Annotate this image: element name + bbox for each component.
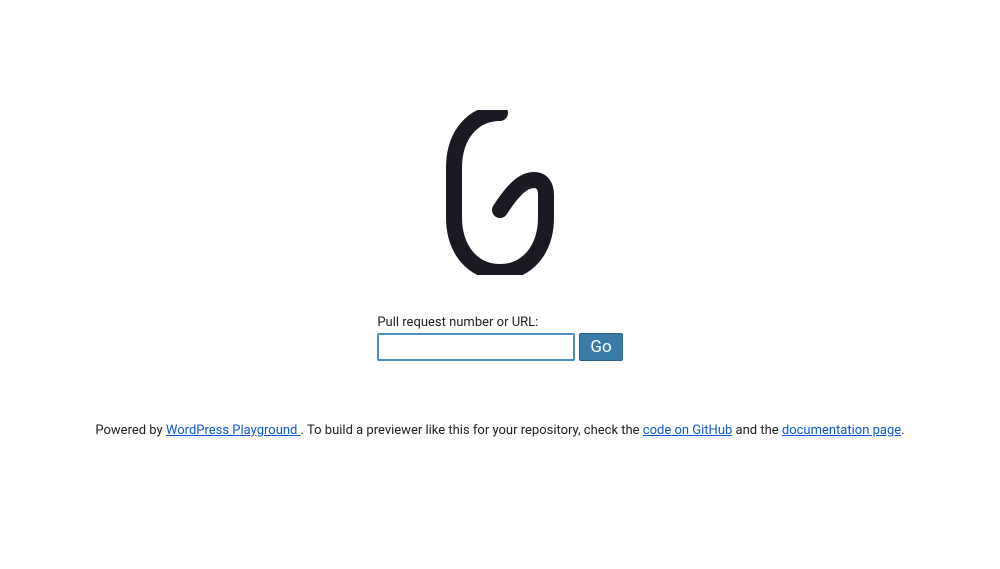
footer-mid1: . To build a previewer like this for you… xyxy=(301,423,643,438)
gutenberg-logo xyxy=(445,110,555,275)
footer-prefix: Powered by xyxy=(95,423,166,438)
pr-input-label: Pull request number or URL: xyxy=(377,315,538,330)
footer-suffix: . xyxy=(901,423,904,438)
wordpress-playground-link[interactable]: WordPress Playground xyxy=(166,423,301,438)
go-button[interactable]: Go xyxy=(579,333,622,361)
pr-form: Pull request number or URL: Go xyxy=(377,315,622,361)
code-on-github-link[interactable]: code on GitHub xyxy=(643,423,733,438)
documentation-page-link[interactable]: documentation page xyxy=(782,423,901,438)
form-row: Go xyxy=(377,333,622,361)
footer-text: Powered by WordPress Playground . To bui… xyxy=(95,423,904,438)
pr-input[interactable] xyxy=(377,333,575,361)
footer-mid2: and the xyxy=(732,423,782,438)
